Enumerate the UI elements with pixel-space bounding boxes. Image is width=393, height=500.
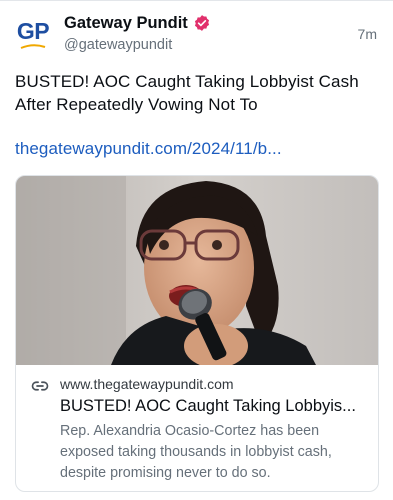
author-display-name[interactable]: Gateway Pundit xyxy=(64,14,188,33)
verified-badge-icon xyxy=(194,15,209,31)
card-meta: www.thegatewaypundit.com BUSTED! AOC Cau… xyxy=(16,365,378,491)
avatar-swoosh-icon xyxy=(20,43,46,49)
post-timestamp[interactable]: 7m xyxy=(358,26,377,42)
card-thumbnail-image xyxy=(16,176,378,365)
post-link[interactable]: thegatewaypundit.com/2024/11/b... xyxy=(15,137,282,160)
avatar-logo-text: GP xyxy=(16,17,50,44)
author-name-row: Gateway Pundit xyxy=(64,12,211,34)
card-domain: www.thegatewaypundit.com xyxy=(60,376,234,392)
author-handle[interactable]: @gatewaypundit xyxy=(64,37,172,53)
card-description: Rep. Alexandria Ocasio-Cortez has been e… xyxy=(60,423,332,481)
post-text: BUSTED! AOC Caught Taking Lobbyist Cash … xyxy=(15,72,359,114)
post[interactable]: GP Gateway Pundit @gatewaypundit 7m BUST… xyxy=(0,0,393,500)
avatar[interactable]: GP xyxy=(13,14,53,54)
link-preview-card[interactable]: www.thegatewaypundit.com BUSTED! AOC Cau… xyxy=(15,175,379,492)
card-title: BUSTED! AOC Caught Taking Lobbyis... xyxy=(60,397,356,415)
link-icon xyxy=(31,381,49,391)
